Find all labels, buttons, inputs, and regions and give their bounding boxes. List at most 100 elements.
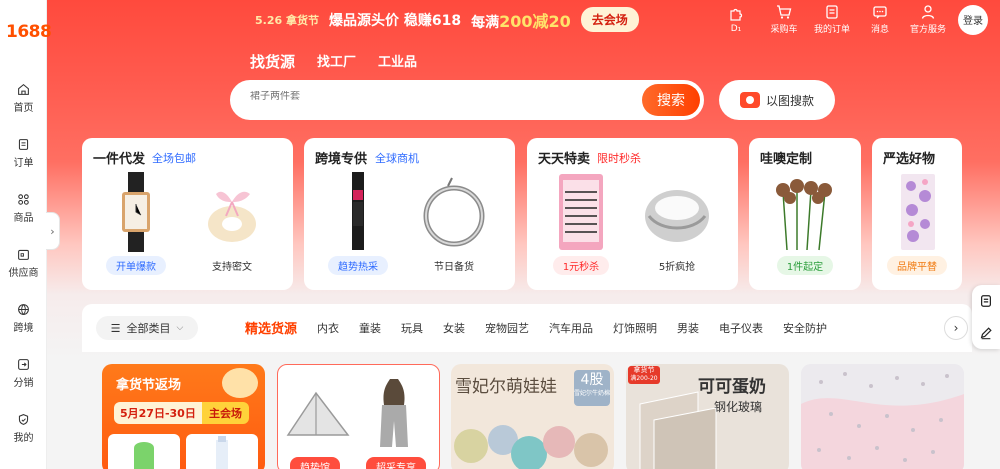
top-nav-cart[interactable]: 采购车	[760, 4, 808, 35]
sidebar-item-products[interactable]: 商品	[0, 193, 47, 224]
all-categories-dropdown[interactable]: ☰ 全部类目 ⌵	[96, 316, 198, 340]
false-lashes-image	[545, 172, 617, 252]
floating-tools	[972, 285, 1000, 349]
stickers-image	[881, 172, 953, 252]
card-tile[interactable]: 5折疯抢	[641, 172, 713, 275]
promo-line1: 爆品源头价 稳赚618	[328, 12, 462, 29]
category-next-button[interactable]: ›	[944, 316, 968, 340]
category-tab[interactable]: 女装	[443, 320, 465, 337]
search-button[interactable]: 搜索	[642, 84, 700, 116]
home-icon	[18, 83, 29, 95]
search-input[interactable]	[250, 91, 630, 102]
sidebar-item-suppliers[interactable]: 供应商	[0, 248, 47, 279]
card-tag: 开单爆款	[106, 256, 166, 275]
card-tag: 节日备货	[434, 262, 474, 273]
sidebar-item-label: 供应商	[8, 268, 39, 279]
card-tile[interactable]: 趋势热采	[322, 172, 394, 275]
tent-and-pants-image	[286, 379, 408, 447]
product-tag: 超采专享	[366, 457, 426, 469]
category-tab[interactable]: 内衣	[317, 320, 339, 337]
card-title: 跨境专供	[315, 152, 368, 167]
promo-banner[interactable]: 5.26 拿货节 爆品源头价 稳赚618 每满200减20 去会场	[255, 7, 639, 32]
card-title: 一件代发	[93, 152, 146, 167]
share-icon	[18, 359, 29, 370]
card-tile[interactable]: 支持密文	[196, 172, 268, 275]
category-tab[interactable]: 电子仪表	[719, 320, 763, 337]
product-date: 5月27日-30日	[114, 402, 202, 424]
note-icon[interactable]	[979, 294, 993, 308]
category-tab[interactable]: 童装	[359, 320, 381, 337]
logo[interactable]: 1688	[6, 22, 52, 42]
card-subtitle: 全场包邮	[152, 152, 196, 165]
promo-cta-button[interactable]: 去会场	[580, 7, 639, 32]
card-tag: 1件起定	[776, 256, 834, 275]
card-tile[interactable]: 1元秒杀	[545, 172, 617, 275]
sidebar-item-mine[interactable]: 我的	[0, 413, 47, 444]
tab-find-sources[interactable]: 找货源	[250, 51, 295, 72]
top-nav-label: D₁	[730, 23, 742, 34]
category-tab[interactable]: 精选货源	[245, 318, 297, 337]
category-tab[interactable]: 玩具	[401, 320, 423, 337]
edit-icon[interactable]	[979, 326, 993, 340]
sidebar-item-crossborder[interactable]: 跨境	[0, 303, 47, 334]
sidebar-toggle-button[interactable]: ›	[46, 212, 60, 250]
product-card-festival[interactable]: 拿货节返场 5月27日-30日 主会场	[102, 364, 265, 469]
product-image	[222, 368, 258, 398]
sidebar-item-distribution[interactable]: 分销	[0, 358, 47, 389]
sidebar-item-orders[interactable]: 订单	[0, 138, 47, 169]
eyeliner-image	[322, 172, 394, 252]
card-custom[interactable]: 哇噢定制 1件起定	[749, 138, 861, 290]
card-tag: 品牌平替	[887, 256, 947, 275]
tab-find-factory[interactable]: 找工厂	[317, 51, 356, 72]
card-tag: 趋势热采	[328, 256, 388, 275]
all-categories-label: 全部类目	[126, 322, 171, 335]
category-tabs: 精选货源 内衣 童装 玩具 女装 宠物园艺 汽车用品 灯饰照明 男装 电子仪表 …	[245, 320, 827, 337]
product-card-trend[interactable]: 趋势馆 超采专享	[277, 364, 440, 469]
top-nav: D₁ 采购车 我的订单 消息 官方服务 登录	[712, 4, 988, 35]
top-nav-service[interactable]: 官方服务	[904, 4, 952, 35]
promo-date-tag: 5.26 拿货节	[255, 13, 319, 27]
category-tab[interactable]: 灯饰照明	[613, 320, 657, 337]
image-search-label: 以图搜款	[765, 93, 814, 108]
card-tile[interactable]: 1件起定	[769, 172, 841, 275]
order-icon	[18, 139, 29, 150]
sidebar-item-home[interactable]: 首页	[0, 83, 47, 114]
top-nav-label: 采购车	[770, 25, 798, 35]
image-search-button[interactable]: 以图搜款	[719, 80, 835, 120]
card-daily-deals[interactable]: 天天特卖 限时秒杀 1元秒杀 5折疯抢	[527, 138, 738, 290]
sidebar-item-label: 商品	[13, 213, 34, 224]
card-tile[interactable]: 品牌平替	[872, 172, 962, 275]
card-subtitle: 全球商机	[375, 152, 419, 165]
hoop-earring-image	[418, 172, 490, 252]
category-tab[interactable]: 安全防护	[783, 320, 827, 337]
category-bar: ☰ 全部类目 ⌵ 精选货源 内衣 童装 玩具 女装 宠物园艺 汽车用品 灯饰照明…	[82, 304, 972, 352]
top-nav-label: 官方服务	[909, 25, 946, 35]
category-tab[interactable]: 汽车用品	[549, 320, 593, 337]
scrunchie-image	[196, 172, 268, 252]
card-dropship[interactable]: 一件代发 全场包邮 开单爆款 支持密文	[82, 138, 293, 290]
top-nav-orders[interactable]: 我的订单	[808, 4, 856, 35]
card-tile[interactable]: 开单爆款	[100, 172, 172, 275]
card-tag: 5折疯抢	[658, 262, 696, 273]
promo-line2-amount: 200减20	[499, 11, 571, 31]
card-tile[interactable]: 节日备货	[418, 172, 490, 275]
card-crossborder[interactable]: 跨境专供 全球商机 趋势热采 节日备货	[304, 138, 515, 290]
top-nav-messages[interactable]: 消息	[856, 4, 904, 35]
sidebar: 1688 首页 订单 商品 供应商 跨境 分销 我的	[0, 0, 52, 469]
grid-icon	[18, 194, 29, 205]
category-tab[interactable]: 男装	[677, 320, 699, 337]
product-card-fabric[interactable]	[801, 364, 964, 469]
category-tab[interactable]: 宠物园艺	[485, 320, 529, 337]
globe-icon	[18, 304, 29, 316]
card-curated[interactable]: 严选好物 品牌平替	[872, 138, 962, 290]
order-list-icon	[826, 5, 838, 19]
product-card-glass[interactable]: 拿货节 满200-20 可可蛋奶 钢化玻璃	[626, 364, 789, 469]
top-nav-puzzle[interactable]: D₁	[712, 6, 760, 34]
top-bar: 5.26 拿货节 爆品源头价 稳赚618 每满200减20 去会场 D₁ 采购车…	[47, 0, 1000, 40]
login-button[interactable]: 登录	[958, 4, 988, 35]
fabric-image	[801, 364, 964, 469]
tab-industrial[interactable]: 工业品	[378, 51, 417, 72]
product-card-yarn[interactable]: 雪妃尔萌娃娃 4股 雪妃尔牛奶棉	[451, 364, 614, 469]
product-title: 拿货节返场	[116, 378, 182, 393]
card-title: 严选好物	[883, 152, 936, 167]
